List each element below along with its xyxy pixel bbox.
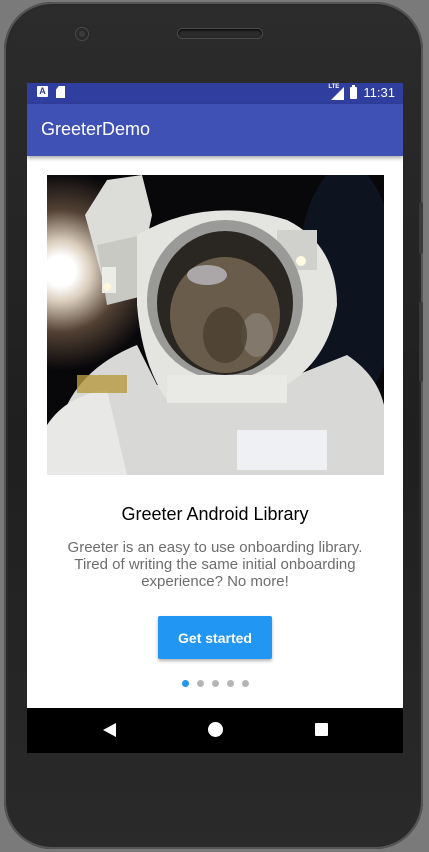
system-nav-bar [27,708,403,753]
notification-a-icon: A [37,86,48,97]
home-circle-icon[interactable] [208,722,223,737]
page-dot[interactable] [226,680,234,687]
page-indicator [27,680,403,687]
app-bar: GreeterDemo [27,104,403,156]
page-dot[interactable] [241,680,249,687]
onboarding-description: Greeter is an easy to use onboarding lib… [67,539,363,590]
get-started-button[interactable]: Get started [158,616,272,659]
lte-signal-icon: LTE [328,84,345,100]
astronaut-selfie-image [47,175,384,475]
app-title: GreeterDemo [41,119,151,139]
power-button [419,302,423,382]
back-triangle-icon[interactable] [103,723,116,737]
page-dot[interactable] [211,680,219,687]
device-screen: A LTE 11:31 GreeterDemo Greeter Android … [27,83,403,753]
status-bar: A LTE 11:31 [27,83,403,104]
earpiece-speaker [178,29,262,38]
page-dot[interactable] [196,680,204,687]
page-dot[interactable] [181,680,189,687]
status-time: 11:31 [363,85,395,100]
recents-square-icon[interactable] [315,723,328,736]
volume-button [419,202,423,254]
battery-icon [350,84,358,99]
onboarding-title: Greeter Android Library [121,504,309,524]
front-camera [76,28,88,40]
sd-card-icon [56,86,65,98]
